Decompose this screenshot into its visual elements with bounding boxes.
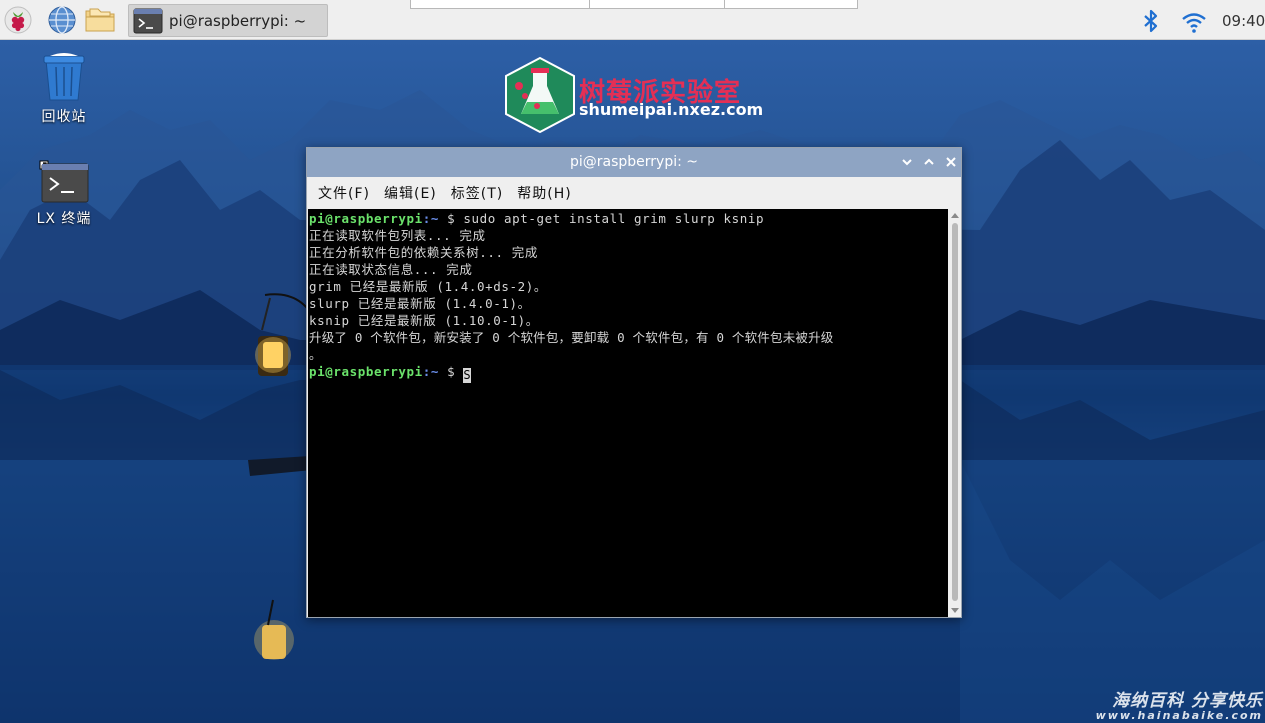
terminal-scrollbar[interactable] — [949, 209, 961, 617]
output-line: 正在读取软件包列表... 完成 — [309, 228, 486, 243]
clock[interactable]: 09:40 — [1222, 12, 1265, 30]
output-line: grim 已经是最新版 (1.4.0+ds-2)。 — [309, 279, 547, 294]
menu-tabs[interactable]: 标签(T) — [444, 183, 510, 203]
desktop-trash[interactable]: 回收站 — [19, 52, 109, 126]
flask-logo-icon — [505, 56, 575, 134]
prompt-user: pi@raspberrypi — [309, 364, 423, 379]
scroll-up-button[interactable] — [949, 209, 961, 221]
prompt-symbol: $ — [439, 364, 464, 379]
minimize-button[interactable] — [899, 154, 915, 170]
scroll-down-button[interactable] — [949, 605, 961, 617]
folder-icon — [85, 8, 115, 32]
panel-strip — [410, 0, 858, 9]
menu-file[interactable]: 文件(F) — [311, 183, 377, 203]
wifi-icon — [1182, 13, 1206, 33]
menu-edit[interactable]: 编辑(E) — [377, 183, 444, 203]
output-line: slurp 已经是最新版 (1.4.0-1)。 — [309, 296, 531, 311]
site-logo: 树莓派实验室 shumeipai.nxez.com — [503, 56, 763, 134]
window-title: pi@raspberrypi: ~ — [569, 154, 699, 170]
scroll-thumb[interactable] — [952, 223, 958, 601]
command-text: sudo apt-get install grim slurp ksnip — [463, 211, 765, 226]
terminal-window: pi@raspberrypi: ~ 文件(F) 编辑(E) 标签(T) 帮助(H… — [306, 147, 962, 618]
taskbar-terminal-task[interactable]: pi@raspberrypi: ~ — [128, 4, 328, 37]
trash-icon — [43, 53, 85, 101]
arrow-down-icon — [951, 608, 959, 613]
top-panel: pi@raspberrypi: ~ 09:40 — [0, 0, 1265, 40]
globe-icon — [48, 6, 76, 34]
active-prompt-line: pi@raspberrypi:~ $ S — [309, 363, 948, 383]
text-cursor: S — [463, 368, 472, 383]
menu-help[interactable]: 帮助(H) — [510, 183, 578, 203]
prompt-path: :~ — [422, 364, 440, 379]
bluetooth-icon — [1144, 9, 1158, 33]
terminal-menubar: 文件(F) 编辑(E) 标签(T) 帮助(H) — [307, 177, 961, 208]
prompt-path: :~ — [422, 211, 440, 226]
close-button[interactable] — [943, 154, 959, 170]
chevron-down-icon — [902, 159, 912, 166]
output-line: 正在读取状态信息... 完成 — [309, 262, 473, 277]
watermark: 海纳百科 分享快乐 www.hainabaike.com — [1088, 686, 1263, 722]
watermark-text: 海纳百科 分享快乐 — [1112, 691, 1263, 711]
maximize-button[interactable] — [921, 154, 937, 170]
prompt-symbol: $ — [439, 211, 464, 226]
output-line: ksnip 已经是最新版 (1.10.0-1)。 — [309, 313, 539, 328]
task-title: pi@raspberrypi: ~ — [169, 11, 307, 30]
logo-subtitle: shumeipai.nxez.com — [579, 100, 764, 119]
arrow-up-icon — [951, 213, 959, 218]
file-manager-launcher[interactable] — [84, 4, 116, 36]
lx-terminal-icon — [39, 160, 89, 203]
network-button[interactable] — [1180, 10, 1208, 38]
terminal-output[interactable]: pi@raspberrypi:~ $ sudo apt-get install … — [308, 209, 948, 617]
trash-label: 回收站 — [41, 109, 87, 125]
close-icon — [946, 157, 956, 167]
desktop-lx-terminal[interactable]: LX 终端 — [19, 158, 109, 228]
command-line: pi@raspberrypi:~ $ sudo apt-get install … — [309, 210, 948, 227]
watermark-url: www.hainabaike.com — [1095, 709, 1263, 722]
chevron-up-icon — [924, 158, 934, 165]
raspberry-menu-button[interactable] — [2, 4, 34, 36]
output-line: 升级了 0 个软件包，新安装了 0 个软件包，要卸载 0 个软件包，有 0 个软… — [309, 330, 834, 345]
bluetooth-button[interactable] — [1140, 9, 1162, 37]
output-line: 。 — [309, 347, 323, 362]
raspberry-icon — [4, 6, 32, 34]
terminal-icon — [133, 8, 163, 33]
window-titlebar[interactable]: pi@raspberrypi: ~ — [307, 148, 961, 177]
lx-terminal-label: LX 终端 — [36, 211, 92, 227]
prompt-user: pi@raspberrypi — [309, 211, 423, 226]
web-browser-launcher[interactable] — [46, 4, 78, 36]
output-line: 正在分析软件包的依赖关系树... 完成 — [309, 245, 539, 260]
